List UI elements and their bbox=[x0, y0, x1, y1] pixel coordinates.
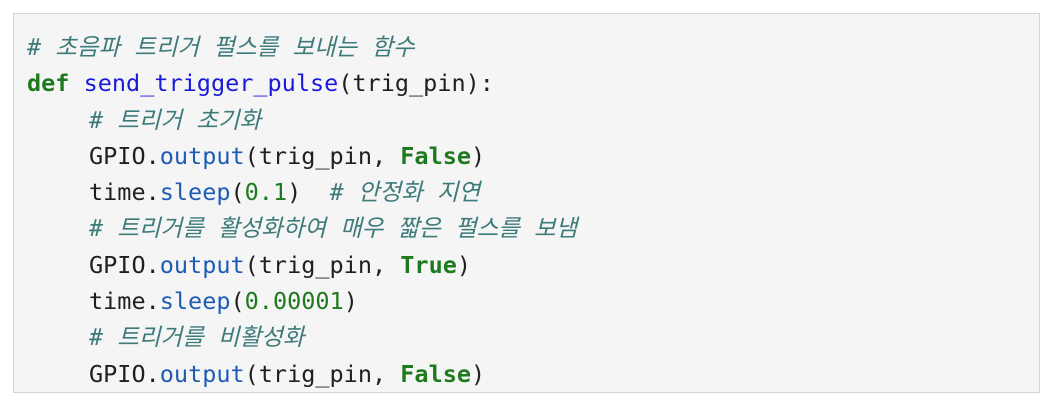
code-line-1: # 초음파 트리거 펄스를 보내는 함수 bbox=[27, 29, 577, 65]
call-close: ) bbox=[287, 178, 330, 207]
call-close: ) bbox=[471, 141, 486, 170]
comment: # 트리거를 비활성화 bbox=[89, 323, 305, 352]
function-params: (trig_pin): bbox=[338, 69, 494, 98]
object-name: time. bbox=[89, 287, 160, 316]
code-cell[interactable]: # 초음파 트리거 펄스를 보내는 함수 def send_trigger_pul… bbox=[13, 13, 1040, 393]
call-close: ) bbox=[471, 359, 486, 388]
method-name: output bbox=[159, 359, 245, 388]
keyword-true: True bbox=[400, 250, 457, 279]
code-line-8: time.sleep(0.00001) bbox=[27, 283, 577, 319]
call-open: ( bbox=[230, 178, 245, 207]
object-name: time. bbox=[89, 178, 160, 207]
code-line-5: time.sleep(0.1) # 안정화 지연 bbox=[27, 174, 577, 210]
object-name: GPIO. bbox=[89, 250, 160, 279]
call-close: ) bbox=[456, 250, 472, 279]
number-literal: 0.1 bbox=[244, 178, 288, 207]
call-open: ( bbox=[230, 287, 245, 316]
code-block[interactable]: # 초음파 트리거 펄스를 보내는 함수 def send_trigger_pul… bbox=[27, 29, 577, 392]
call-close: ) bbox=[343, 287, 358, 316]
code-line-9: # 트리거를 비활성화 bbox=[27, 319, 577, 355]
number-literal: 0.00001 bbox=[244, 287, 344, 316]
keyword-false: False bbox=[400, 141, 472, 170]
function-name: send_trigger_pulse bbox=[83, 69, 339, 98]
code-line-6: # 트리거를 활성화하여 매우 짧은 펄스를 보냄 bbox=[27, 210, 577, 246]
keyword-def: def bbox=[27, 69, 70, 98]
object-name: GPIO. bbox=[89, 359, 160, 388]
call-args: (trig_pin, bbox=[244, 250, 401, 279]
comment: # 트리거 초기화 bbox=[89, 105, 262, 134]
code-line-4: GPIO.output(trig_pin, False) bbox=[27, 138, 577, 174]
comment: # 초음파 트리거 펄스를 보내는 함수 bbox=[27, 33, 415, 61]
method-name: output bbox=[159, 250, 245, 279]
method-name: output bbox=[159, 141, 245, 170]
method-name: sleep bbox=[159, 287, 231, 316]
comment: # 안정화 지연 bbox=[329, 178, 481, 207]
keyword-false: False bbox=[400, 359, 472, 388]
code-line-2: def send_trigger_pulse(trig_pin): bbox=[27, 65, 577, 101]
comment: # 트리거를 활성화하여 매우 짧은 펄스를 보냄 bbox=[89, 214, 578, 243]
code-line-10: GPIO.output(trig_pin, False) bbox=[27, 356, 577, 392]
code-line-3: # 트리거 초기화 bbox=[27, 102, 577, 138]
call-args: (trig_pin, bbox=[244, 141, 401, 170]
call-args: (trig_pin, bbox=[244, 359, 401, 388]
method-name: sleep bbox=[159, 178, 231, 207]
object-name: GPIO. bbox=[89, 141, 160, 170]
code-line-7: GPIO.output(trig_pin, True) bbox=[27, 247, 577, 283]
